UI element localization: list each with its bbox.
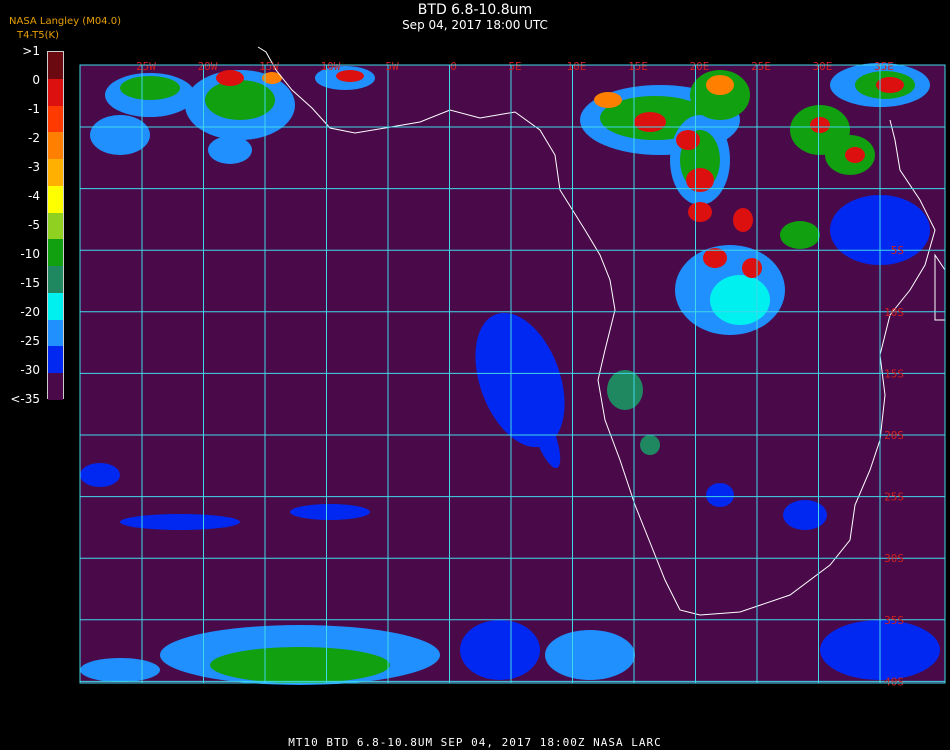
legend-swatch bbox=[48, 185, 63, 213]
longitude-label: 0 bbox=[450, 60, 457, 73]
color-scale-bar bbox=[47, 51, 64, 400]
longitude-label: 5W bbox=[385, 60, 399, 73]
longitude-label: 10E bbox=[567, 60, 587, 73]
legend-label: -20 bbox=[20, 305, 40, 319]
map-timestamp: Sep 04, 2017 18:00 UTC bbox=[402, 18, 548, 32]
longitude-label: 30E bbox=[813, 60, 833, 73]
legend-swatch bbox=[48, 292, 63, 320]
latitude-label: 15S bbox=[884, 367, 904, 380]
legend-swatch bbox=[48, 239, 63, 267]
latitude-label: 30S bbox=[884, 552, 904, 565]
legend-swatch bbox=[48, 346, 63, 374]
legend-swatch bbox=[48, 159, 63, 186]
legend-label: -10 bbox=[20, 247, 40, 261]
legend-swatch bbox=[48, 212, 63, 240]
legend-label: -2 bbox=[28, 131, 40, 145]
latitude-label: 25S bbox=[884, 491, 904, 504]
legend-swatch bbox=[48, 105, 63, 133]
legend-label: <-35 bbox=[10, 392, 40, 406]
longitude-label: 10W bbox=[321, 60, 341, 73]
legend-swatch bbox=[48, 52, 63, 79]
legend-label: >1 bbox=[22, 44, 40, 58]
units-label: T4-T5(K) bbox=[17, 30, 59, 41]
legend-label: -3 bbox=[28, 160, 40, 174]
latitude-label: 10S bbox=[884, 306, 904, 319]
latitude-label: 35S bbox=[884, 614, 904, 627]
longitude-label: 20E bbox=[690, 60, 710, 73]
legend-label: -30 bbox=[20, 363, 40, 377]
satellite-map: 25W 20W 15W 10W 5W 0 5E 10E 15E 20E 25E 30E 35E 5S 10… bbox=[79, 46, 946, 688]
legend-label: -5 bbox=[28, 218, 40, 232]
map-title: BTD 6.8-10.8um bbox=[417, 2, 533, 18]
legend-swatch bbox=[48, 319, 63, 347]
legend-label: -15 bbox=[20, 276, 40, 290]
latitude-label: 20S bbox=[884, 429, 904, 442]
longitude-label: 20W bbox=[198, 60, 218, 73]
longitude-label: 5E bbox=[508, 60, 521, 73]
longitude-label: 35E bbox=[874, 60, 894, 73]
latitude-label: 40S bbox=[884, 675, 904, 688]
legend-swatch bbox=[48, 373, 63, 400]
legend-label: 0 bbox=[32, 73, 40, 87]
legend-label: -1 bbox=[28, 102, 40, 116]
legend-label: -25 bbox=[20, 334, 40, 348]
longitude-label: 25W bbox=[136, 60, 156, 73]
legend-label: -4 bbox=[28, 189, 40, 203]
legend-swatch bbox=[48, 266, 63, 293]
footer-caption: MT10 BTD 6.8-10.8UM SEP 04, 2017 18:00Z … bbox=[288, 736, 662, 749]
legend-swatch bbox=[48, 132, 63, 160]
credit-text: NASA Langley (M04.0) bbox=[9, 16, 121, 27]
latitude-label: 5S bbox=[891, 244, 904, 257]
longitude-label: 15E bbox=[628, 60, 648, 73]
legend-swatch bbox=[48, 78, 63, 106]
longitude-label: 15W bbox=[259, 60, 279, 73]
longitude-label: 25E bbox=[751, 60, 771, 73]
